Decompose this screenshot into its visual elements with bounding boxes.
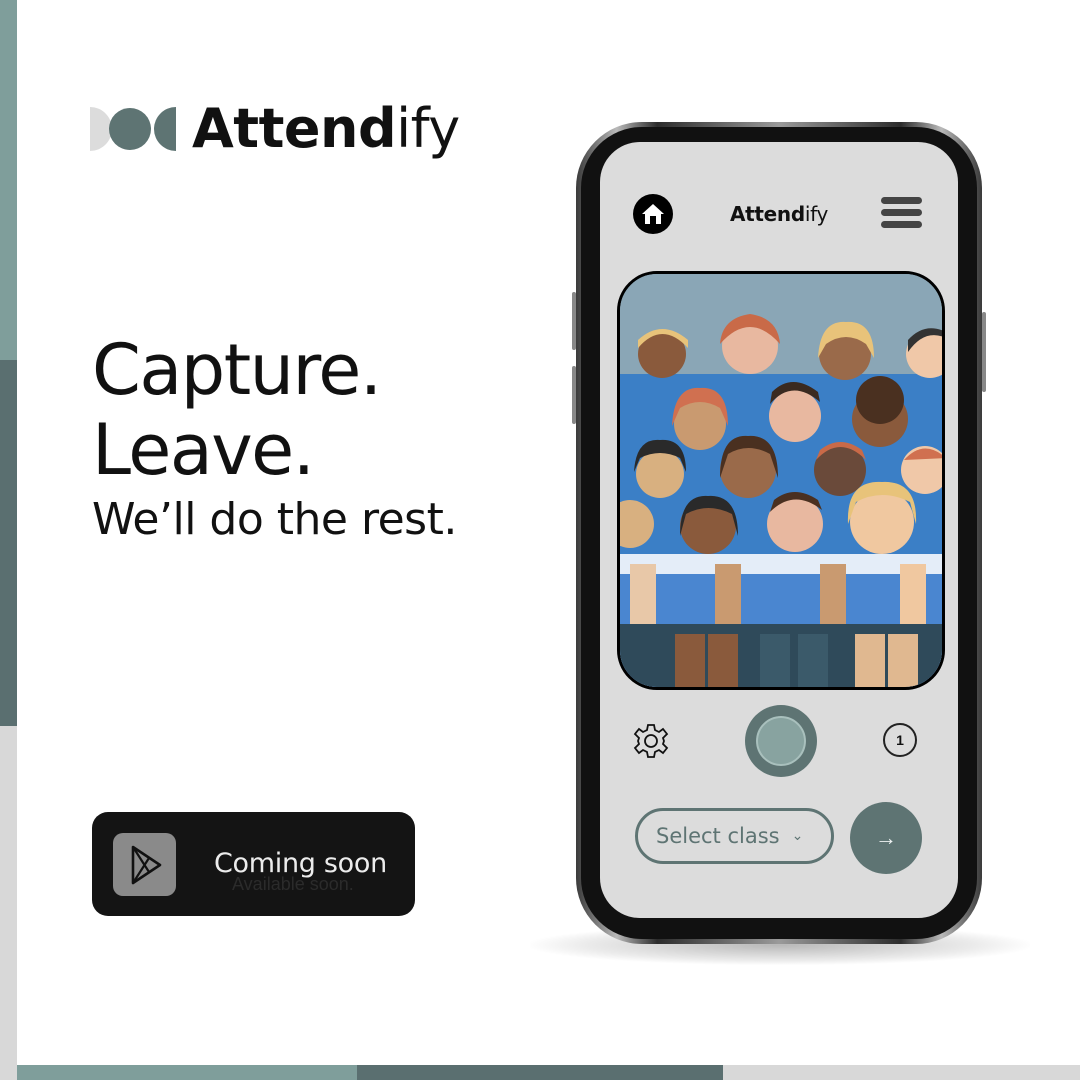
next-button[interactable]: → (850, 802, 922, 874)
phone-screen: Attendify 1 Select class ⌄ → (600, 142, 958, 918)
brand-name-bold: Attend (192, 97, 397, 160)
play-store-icon (113, 833, 176, 896)
bottom-strip-left (17, 1065, 357, 1080)
app-title-bold: Attend (729, 202, 805, 226)
logo-mark-icon (90, 107, 176, 151)
brand-name-light: ify (396, 97, 460, 160)
store-label: Coming soon (214, 848, 387, 879)
menu-bar-icon (881, 221, 922, 228)
headline-line-3: We’ll do the rest. (92, 494, 457, 545)
menu-button[interactable] (881, 197, 922, 231)
coming-soon-button[interactable]: Available soon. Coming soon (92, 812, 415, 916)
bottom-strip-right (723, 1065, 1080, 1080)
select-class-dropdown[interactable]: Select class ⌄ (635, 808, 834, 864)
menu-bar-icon (881, 209, 922, 216)
shutter-button[interactable] (745, 705, 817, 777)
chevron-down-icon: ⌄ (791, 828, 804, 844)
settings-button[interactable] (632, 722, 670, 760)
brand-logo: Attendify (88, 102, 460, 156)
bottom-strip-middle (357, 1065, 723, 1080)
shutter-inner (753, 713, 809, 769)
app-title-light: ify (804, 202, 829, 226)
menu-bar-icon (881, 197, 922, 204)
left-strip-top (0, 0, 17, 360)
gear-icon (633, 724, 669, 758)
left-strip-bottom (0, 726, 17, 1080)
classroom-students-illustration (620, 274, 942, 687)
camera-viewfinder[interactable] (617, 271, 945, 690)
phone-power-button (982, 312, 986, 392)
brand-name: Attendify (192, 102, 460, 156)
photo-count-badge[interactable]: 1 (883, 723, 917, 757)
headline-line-2: Leave. (92, 409, 315, 491)
headline: Capture. Leave. We’ll do the rest. (92, 330, 457, 548)
select-class-label: Select class (656, 824, 780, 848)
headline-line-1: Capture. (92, 329, 382, 411)
left-strip-middle (0, 360, 17, 726)
